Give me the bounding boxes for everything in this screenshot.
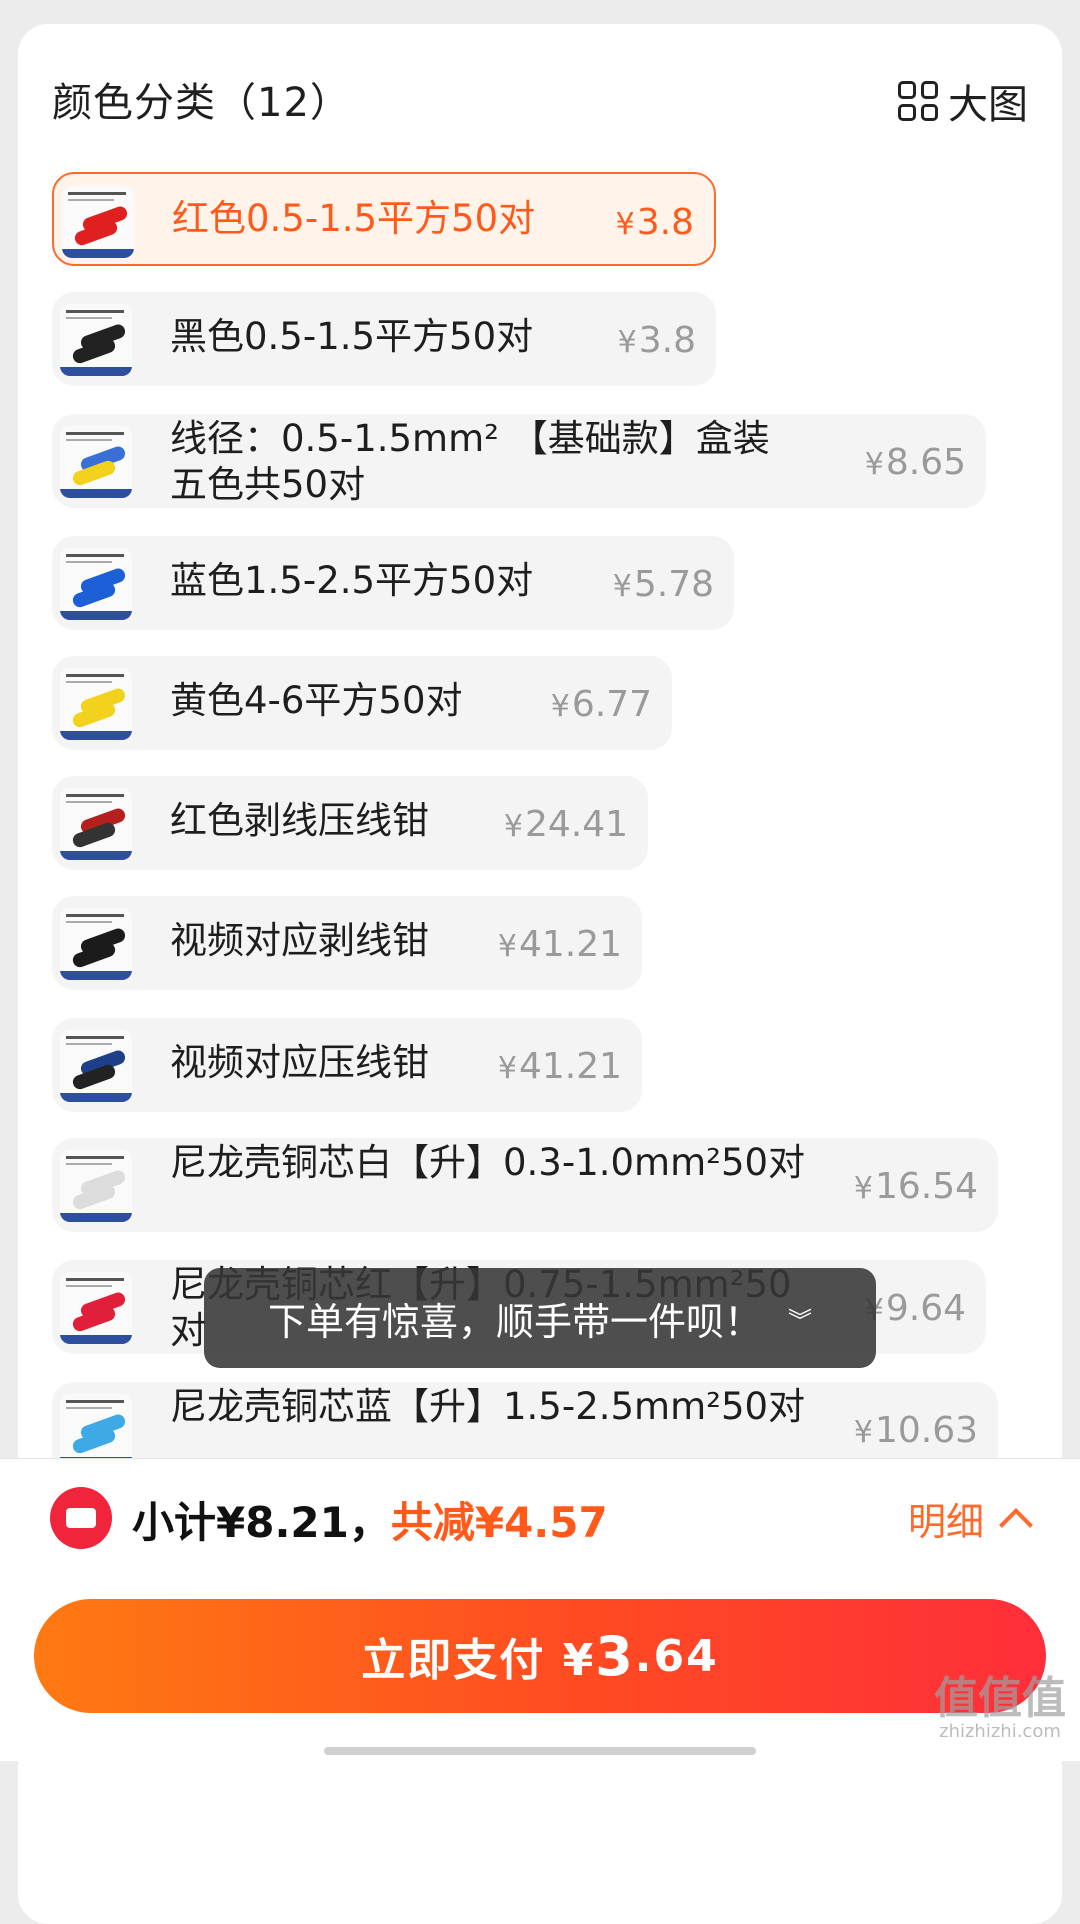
sku-option-2[interactable]: 黑色0.5-1.5平方50对 ¥3.8 bbox=[52, 292, 716, 386]
product-thumbnail bbox=[60, 668, 132, 740]
product-thumbnail bbox=[60, 548, 132, 620]
sku-option-label: 蓝色1.5-2.5平方50对 bbox=[170, 559, 534, 602]
sku-option-price: ¥41.21 bbox=[497, 924, 622, 965]
sku-option-label: 视频对应压线钳 bbox=[170, 1041, 429, 1084]
sku-option-price: ¥9.64 bbox=[865, 1288, 966, 1329]
sku-option-price: ¥10.63 bbox=[853, 1410, 978, 1451]
sku-option-label: 红色剥线压线钳 bbox=[170, 799, 429, 842]
sku-option-price: ¥41.21 bbox=[497, 1046, 622, 1087]
sku-option-label: 红色0.5-1.5平方50对 bbox=[172, 197, 536, 240]
product-thumbnail bbox=[60, 788, 132, 860]
promo-toast[interactable]: 下单有惊喜，顺手带一件呗！ ︾ bbox=[204, 1268, 876, 1368]
sku-option-price: ¥6.77 bbox=[550, 684, 652, 725]
chevron-up-icon bbox=[999, 1507, 1033, 1542]
view-large-button[interactable]: 大图 bbox=[898, 72, 1028, 130]
sku-option-price: ¥3.8 bbox=[615, 202, 694, 243]
product-thumbnail bbox=[60, 1030, 132, 1102]
sku-option-label: 线径：0.5-1.5mm² 【基础款】盒装五色共50对 bbox=[170, 417, 770, 506]
sku-option-label: 尼龙壳铜芯蓝【升】1.5-2.5mm²50对 bbox=[170, 1385, 806, 1428]
sku-option-price: ¥24.41 bbox=[503, 804, 628, 845]
sku-option-1[interactable]: 红色0.5-1.5平方50对 ¥3.8 bbox=[52, 172, 716, 266]
watermark: 值值值 zhizhizhi.com bbox=[934, 1673, 1066, 1743]
sku-option-3[interactable]: 线径：0.5-1.5mm² 【基础款】盒装五色共50对 ¥8.65 bbox=[52, 414, 986, 508]
coupon-icon bbox=[50, 1487, 112, 1549]
sku-option-6[interactable]: 红色剥线压线钳 ¥24.41 bbox=[52, 776, 648, 870]
sku-option-price: ¥16.54 bbox=[853, 1166, 978, 1207]
sku-option-label: 尼龙壳铜芯白【升】0.3-1.0mm²50对 bbox=[170, 1141, 806, 1184]
discount-label: 共减¥4.57 bbox=[390, 1498, 608, 1547]
subtotal-summary: 小计¥8.21，共减¥4.57 bbox=[132, 1489, 608, 1550]
sku-option-price: ¥3.8 bbox=[617, 320, 696, 361]
product-thumbnail bbox=[60, 1150, 132, 1222]
product-thumbnail bbox=[60, 1394, 132, 1466]
page-title: 颜色分类（12） bbox=[52, 80, 351, 126]
product-thumbnail bbox=[60, 304, 132, 376]
product-thumbnail bbox=[62, 186, 134, 258]
sku-option-label: 视频对应剥线钳 bbox=[170, 919, 429, 962]
sku-option-label: 黄色4-6平方50对 bbox=[170, 679, 463, 722]
sku-option-4[interactable]: 蓝色1.5-2.5平方50对 ¥5.78 bbox=[52, 536, 734, 630]
product-thumbnail bbox=[60, 1272, 132, 1344]
sku-option-9[interactable]: 尼龙壳铜芯白【升】0.3-1.0mm²50对 ¥16.54 bbox=[52, 1138, 998, 1232]
view-large-label: 大图 bbox=[948, 82, 1028, 128]
product-thumbnail bbox=[60, 908, 132, 980]
toast-text: 下单有惊喜，顺手带一件呗！ bbox=[267, 1299, 762, 1344]
grid-view-icon bbox=[898, 81, 938, 121]
product-thumbnail bbox=[60, 426, 132, 498]
subtotal-label: 小计¥8.21， bbox=[132, 1498, 391, 1547]
sku-option-8[interactable]: 视频对应压线钳 ¥41.21 bbox=[52, 1018, 642, 1112]
details-toggle[interactable]: 明细 bbox=[907, 1491, 1033, 1546]
home-indicator bbox=[324, 1747, 756, 1755]
checkout-footer: 小计¥8.21，共减¥4.57 明细 立即支付 ¥3.64 值值值 zhizhi… bbox=[0, 1458, 1080, 1761]
sku-option-label: 黑色0.5-1.5平方50对 bbox=[170, 315, 534, 358]
sku-option-price: ¥8.65 bbox=[864, 442, 966, 483]
sku-option-price: ¥5.78 bbox=[612, 564, 714, 605]
pay-now-button[interactable]: 立即支付 ¥3.64 bbox=[34, 1599, 1046, 1713]
double-chevron-down-icon: ︾ bbox=[788, 1306, 812, 1335]
sku-option-5[interactable]: 黄色4-6平方50对 ¥6.77 bbox=[52, 656, 672, 750]
details-label: 明细 bbox=[907, 1500, 984, 1544]
sku-option-7[interactable]: 视频对应剥线钳 ¥41.21 bbox=[52, 896, 642, 990]
